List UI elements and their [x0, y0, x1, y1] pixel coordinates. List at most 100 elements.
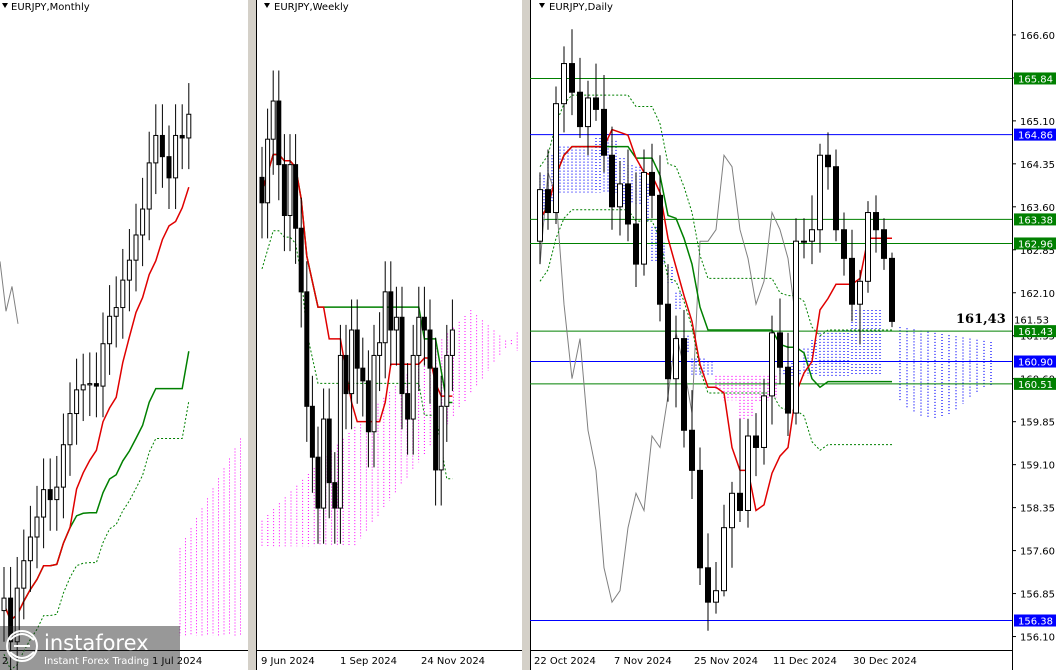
candle-body — [287, 164, 293, 217]
candle-body — [326, 418, 332, 484]
weekly-panel — [259, 70, 518, 547]
candle-body — [87, 383, 93, 386]
chikou-line — [0, 261, 19, 324]
level-price-label: 160.51 — [1018, 380, 1053, 391]
panel-separator[interactable] — [522, 0, 530, 670]
monthly-panel — [0, 83, 241, 670]
candle-body — [259, 176, 265, 204]
candle-body — [777, 332, 783, 368]
candle-body — [817, 154, 823, 231]
candle-body — [382, 291, 388, 344]
candle-body — [47, 489, 53, 501]
candle-body — [681, 338, 687, 431]
axis-tick-label: 163.60 — [1020, 203, 1055, 214]
candle-body — [433, 367, 439, 471]
weekly-title-text: EURJPY,Weekly — [274, 2, 349, 13]
candle-body — [276, 100, 282, 166]
candle-body — [337, 354, 343, 509]
candle-body — [60, 444, 66, 488]
candle-body — [159, 134, 165, 158]
candle-body — [721, 527, 727, 592]
instaforex-logo: instaforex Instant Forex Trading — [0, 626, 180, 670]
candle-body — [841, 229, 847, 259]
candle-body — [399, 316, 405, 395]
panel-separator[interactable] — [248, 0, 256, 670]
candle-body — [705, 567, 711, 603]
candle-body — [179, 134, 185, 139]
candle-body — [657, 194, 663, 305]
weekly-title: EURJPY,Weekly — [264, 2, 349, 13]
logo-tagline: Instant Forex Trading — [44, 656, 149, 667]
current-price-label: 161.53 — [1014, 315, 1049, 326]
candle-body — [609, 154, 615, 208]
candle-body — [173, 134, 179, 179]
level-price-label: 161.43 — [1018, 327, 1053, 338]
axis-tick-label: 164.35 — [1020, 160, 1055, 171]
candle-body — [745, 435, 751, 511]
axis-tick-label: 166.60 — [1020, 31, 1055, 42]
axis-tick-label: 158.35 — [1020, 504, 1055, 515]
candle-body — [545, 189, 551, 214]
candle-body — [365, 380, 371, 433]
axis-tick-label: 162.10 — [1020, 289, 1055, 300]
candle-body — [889, 257, 895, 322]
candle-body — [537, 189, 543, 242]
weekly-date-label: 24 Nov 2024 — [421, 656, 485, 667]
dropdown-triangle-icon[interactable] — [539, 3, 545, 8]
candle-body — [107, 315, 113, 345]
candle-body — [801, 240, 807, 243]
candle-body — [371, 354, 377, 433]
candle-body — [1, 597, 7, 612]
candle-body — [360, 367, 366, 382]
candle-body — [873, 212, 879, 231]
candle-body — [737, 492, 743, 511]
candle-body — [166, 156, 172, 179]
daily-panel — [530, 29, 1012, 631]
weekly-date-label: 1 Sep 2024 — [340, 656, 397, 667]
candle-body — [625, 183, 631, 225]
candle-body — [809, 229, 815, 242]
candle-body — [27, 536, 33, 562]
candle-body — [126, 259, 132, 281]
candle-body — [649, 171, 655, 196]
candle-body — [120, 279, 126, 309]
candle-body — [304, 291, 310, 407]
candle-body — [761, 395, 767, 448]
candle-body — [569, 63, 575, 93]
candle-body — [617, 183, 623, 208]
price-axis: 166.60165.85165.10164.35163.60162.85162.… — [1012, 31, 1056, 644]
candle-body — [881, 229, 887, 259]
candle-body — [585, 97, 591, 128]
candle-body — [100, 343, 106, 387]
candle-body — [354, 329, 360, 369]
candle-body — [641, 171, 647, 265]
candle-body — [729, 492, 735, 529]
price-annotation: 161,43 — [956, 312, 1006, 327]
weekly-date-label: 9 Jun 2024 — [261, 656, 315, 667]
candle-body — [601, 108, 607, 156]
candle-body — [349, 329, 355, 395]
candle-body — [270, 100, 276, 140]
daily-date-label: 30 Dec 2024 — [853, 656, 917, 667]
level-price-label: 165.84 — [1018, 74, 1053, 85]
monthly-title-text: EURJPY,Monthly — [11, 2, 90, 13]
candle-body — [93, 383, 99, 387]
axis-tick-label: 156.10 — [1020, 633, 1055, 644]
candle-body — [405, 393, 411, 420]
candle-body — [421, 316, 427, 331]
chart-area: 166.60165.85165.10164.35163.60162.85162.… — [0, 0, 1056, 670]
candle-body — [67, 413, 73, 446]
senkou-line — [539, 94, 892, 337]
candle-body — [54, 486, 60, 501]
dropdown-triangle-icon[interactable] — [2, 3, 8, 8]
candle-body — [133, 234, 139, 261]
level-price-label: 164.86 — [1018, 131, 1053, 142]
daily-date-label: 25 Nov 2024 — [694, 656, 758, 667]
candle-body — [561, 63, 567, 105]
dropdown-triangle-icon[interactable] — [264, 3, 270, 8]
axis-tick-label: 165.10 — [1020, 117, 1055, 128]
candle-body — [833, 166, 839, 231]
candle-body — [343, 354, 349, 395]
candle-body — [298, 227, 304, 293]
monthly-title: EURJPY,Monthly — [2, 2, 90, 13]
